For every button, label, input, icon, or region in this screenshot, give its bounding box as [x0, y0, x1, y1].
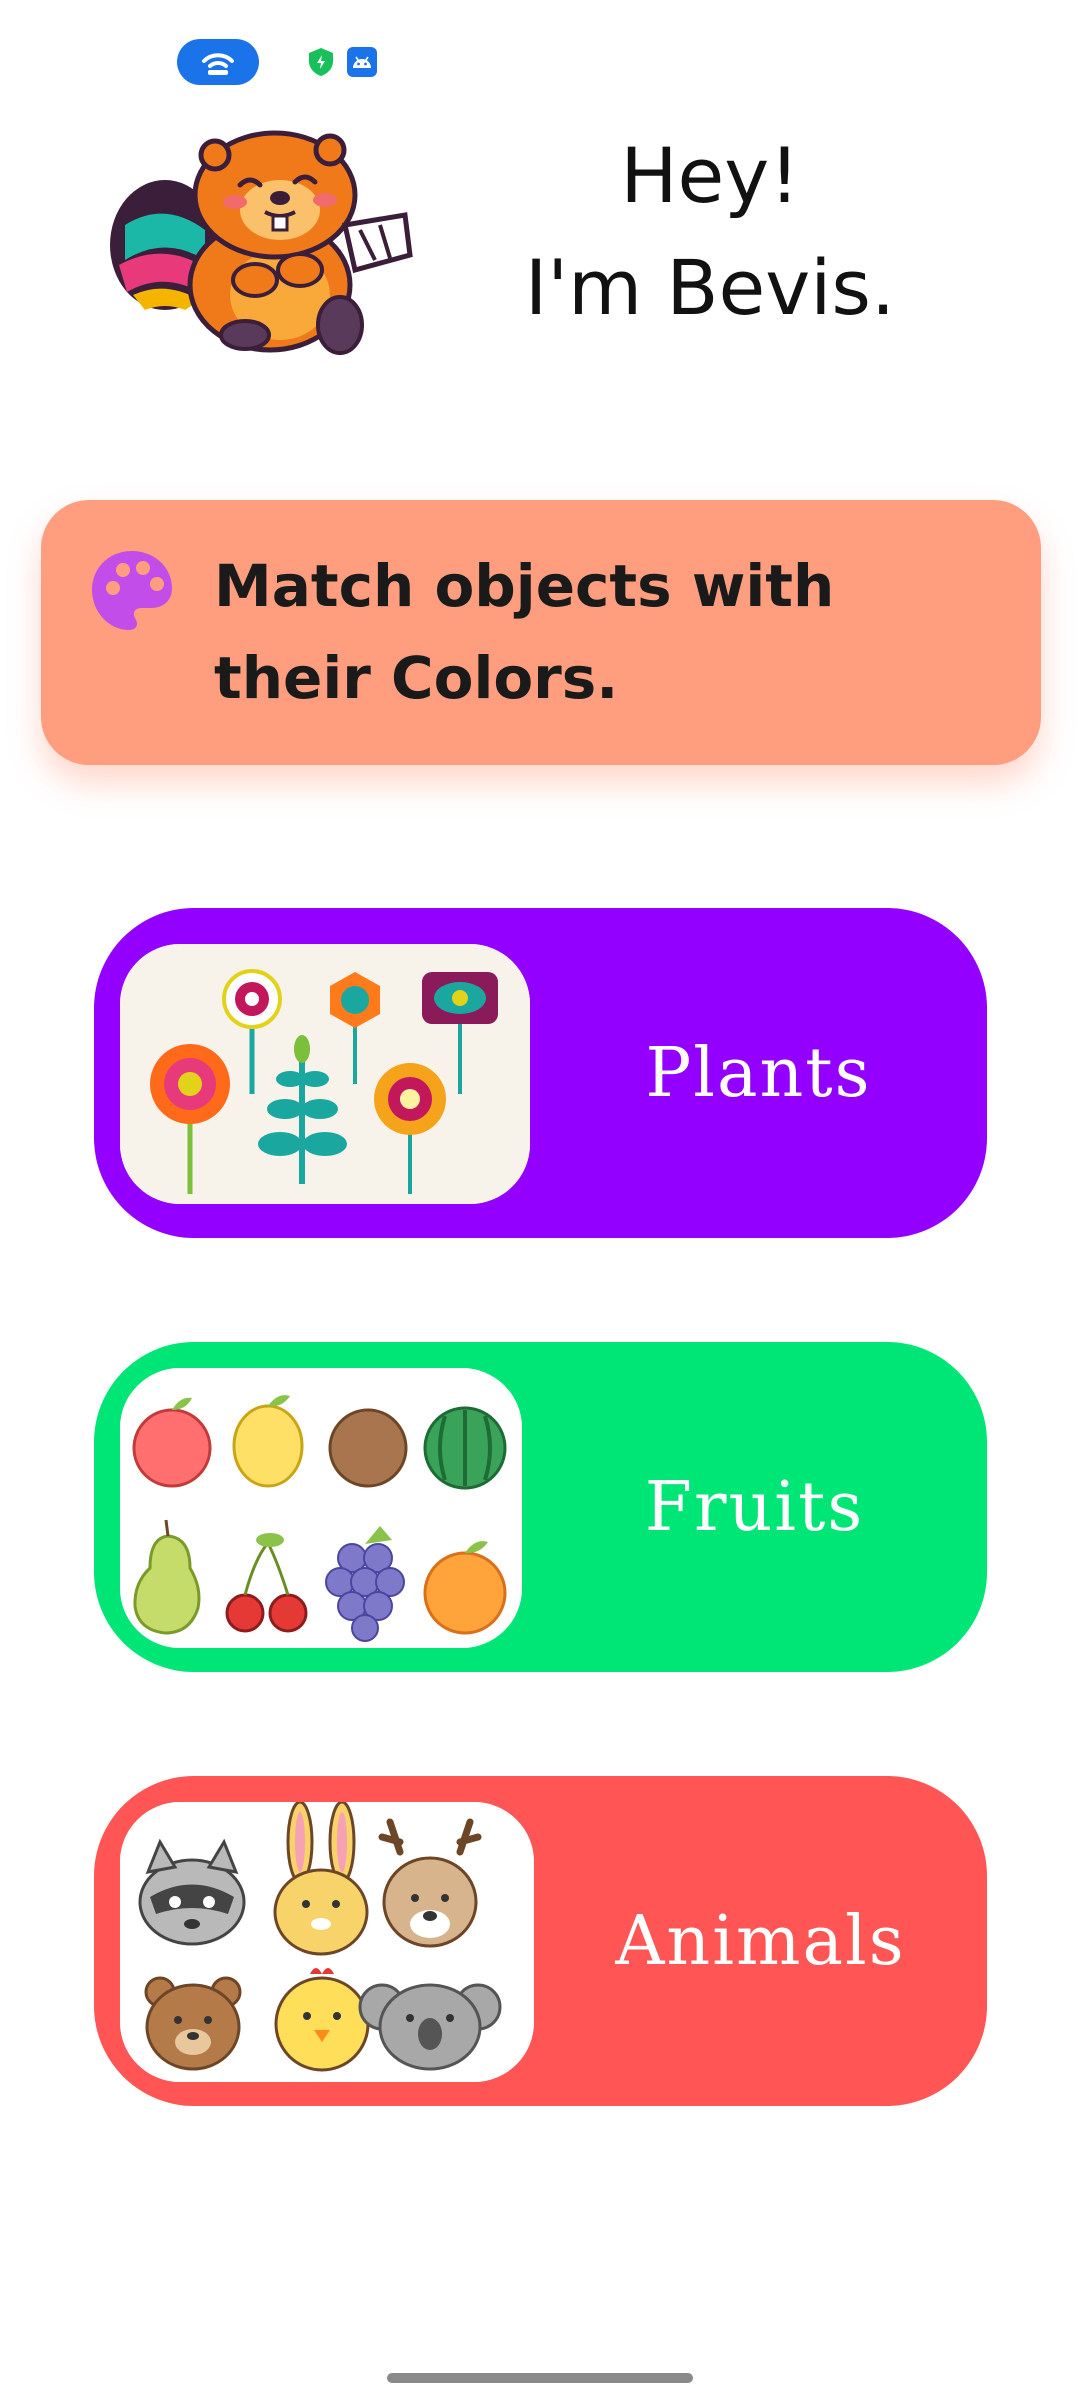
- greeting-line-1: Hey!: [620, 131, 800, 220]
- wifi-hotspot-icon: [177, 39, 259, 85]
- category-label-animals: Animals: [615, 1901, 906, 1981]
- animal-faces-illustration: [120, 1802, 534, 2082]
- status-bar: [0, 0, 1080, 120]
- fruits-illustration: [120, 1368, 522, 1648]
- shield-icon: [309, 48, 333, 76]
- greeting-line-2: I'm Bevis.: [524, 243, 896, 332]
- beaver-mascot: [110, 130, 413, 355]
- instruction-text: Match objects with their Colors.: [214, 540, 914, 724]
- category-button-fruits[interactable]: Fruits: [94, 1342, 987, 1672]
- home-indicator[interactable]: [387, 2373, 693, 2383]
- category-button-animals[interactable]: Animals: [94, 1776, 987, 2106]
- instruction-card: Match objects with their Colors.: [41, 500, 1041, 765]
- instruction-line-1: Match objects with: [214, 552, 835, 620]
- instruction-line-2: their Colors.: [214, 644, 619, 712]
- palette-icon: [92, 551, 172, 630]
- category-label-fruits: Fruits: [644, 1467, 865, 1547]
- android-icon: [347, 47, 377, 77]
- category-label-plants: Plants: [645, 1033, 872, 1113]
- category-button-plants[interactable]: Plants: [94, 908, 987, 1238]
- flowers-illustration: [120, 944, 530, 1204]
- greeting: Hey! I'm Bevis.: [500, 120, 920, 344]
